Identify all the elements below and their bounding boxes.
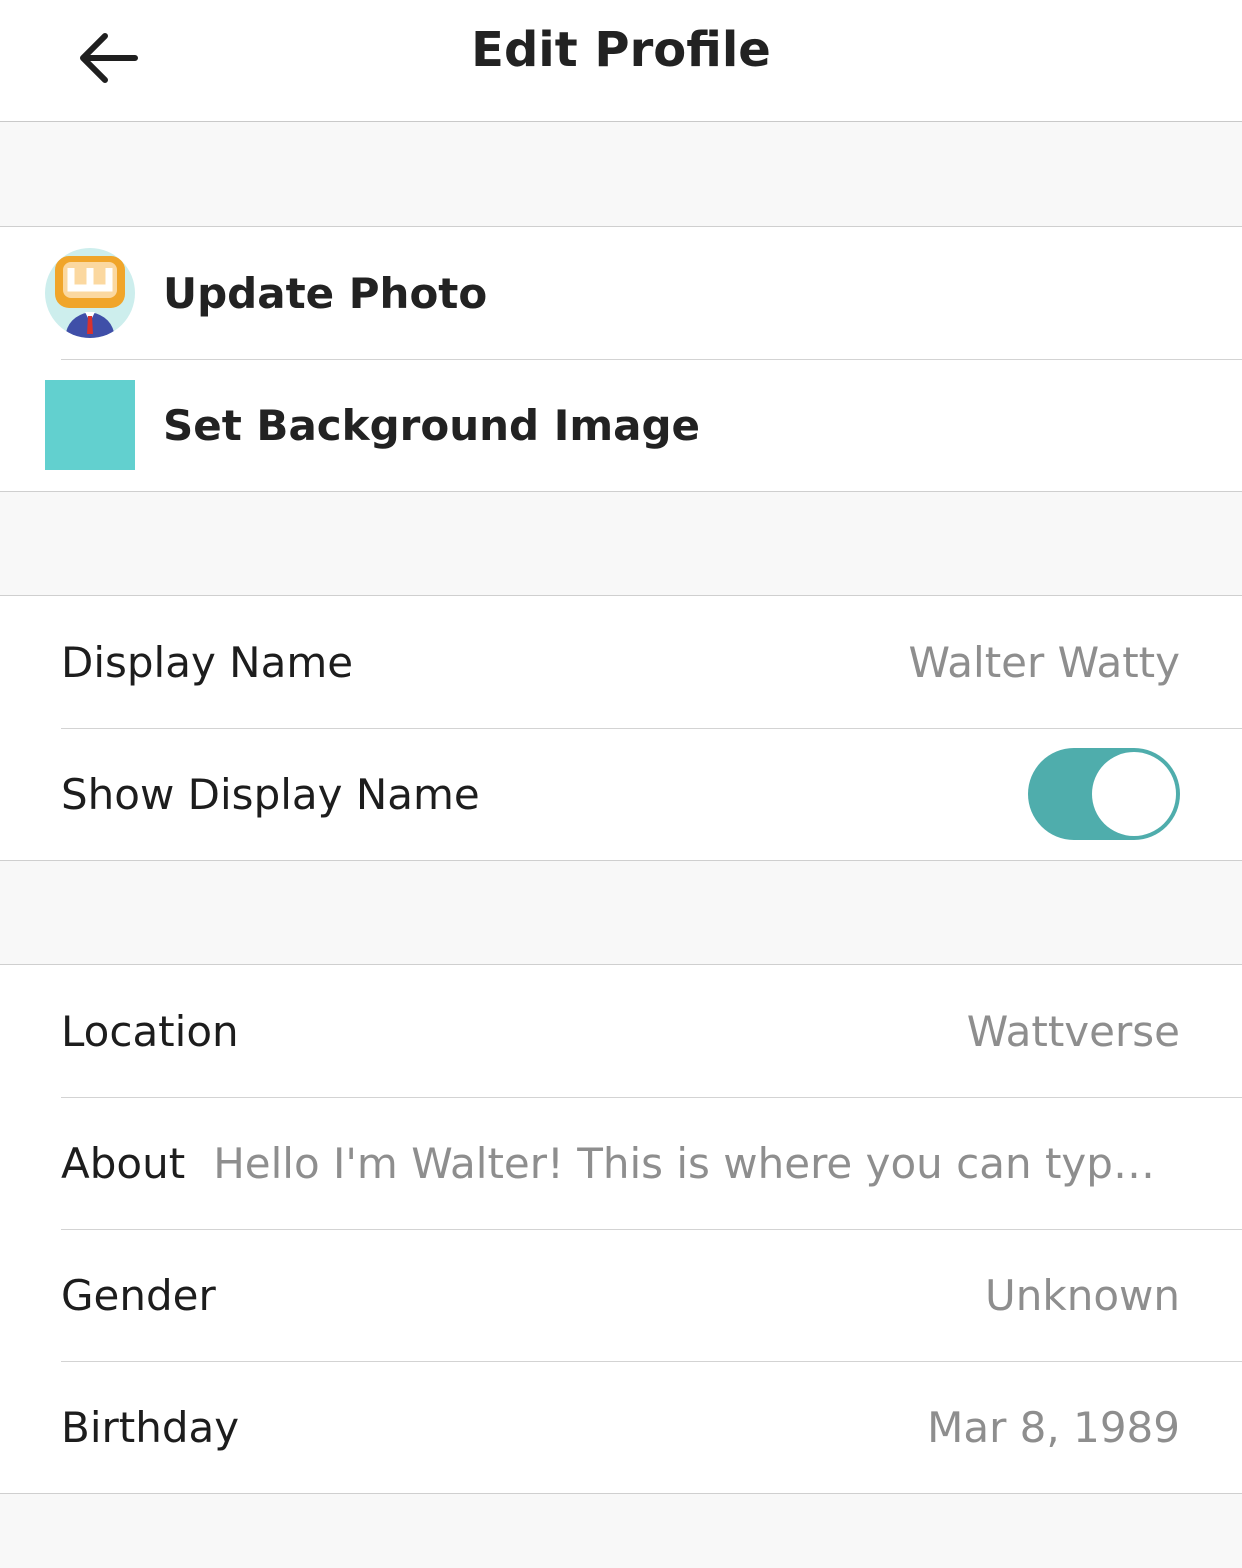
- update-photo-row[interactable]: Update Photo: [0, 227, 1242, 359]
- page-title: Edit Profile: [471, 22, 771, 78]
- avatar-icon: [45, 248, 135, 338]
- show-display-name-label: Show Display Name: [61, 769, 480, 819]
- display-name-value: Walter Watty: [908, 637, 1180, 687]
- show-display-name-row: Show Display Name: [0, 728, 1242, 860]
- about-row[interactable]: About Hello I'm Walter! This is where yo…: [0, 1097, 1242, 1229]
- birthday-row[interactable]: Birthday Mar 8, 1989: [0, 1361, 1242, 1493]
- about-label: About: [61, 1138, 186, 1188]
- gender-row[interactable]: Gender Unknown: [0, 1229, 1242, 1361]
- gender-label: Gender: [61, 1270, 216, 1320]
- display-section: Display Name Walter Watty Show Display N…: [0, 595, 1242, 861]
- background-swatch: [45, 380, 135, 470]
- top-bar: Edit Profile: [0, 0, 1242, 122]
- about-value: Hello I'm Walter! This is where you can …: [213, 1138, 1180, 1188]
- media-section: Update Photo Set Background Image: [0, 226, 1242, 492]
- display-name-row[interactable]: Display Name Walter Watty: [0, 596, 1242, 728]
- details-section: Location Wattverse About Hello I'm Walte…: [0, 964, 1242, 1494]
- location-value: Wattverse: [966, 1006, 1180, 1056]
- location-row[interactable]: Location Wattverse: [0, 965, 1242, 1097]
- birthday-label: Birthday: [61, 1402, 240, 1452]
- update-photo-label: Update Photo: [163, 268, 488, 318]
- show-display-name-toggle[interactable]: [1028, 748, 1180, 840]
- location-label: Location: [61, 1006, 239, 1056]
- set-background-row[interactable]: Set Background Image: [0, 359, 1242, 491]
- birthday-value: Mar 8, 1989: [927, 1402, 1180, 1452]
- set-background-label: Set Background Image: [163, 400, 701, 450]
- toggle-knob: [1092, 752, 1176, 836]
- display-name-label: Display Name: [61, 637, 354, 687]
- gender-value: Unknown: [985, 1270, 1180, 1320]
